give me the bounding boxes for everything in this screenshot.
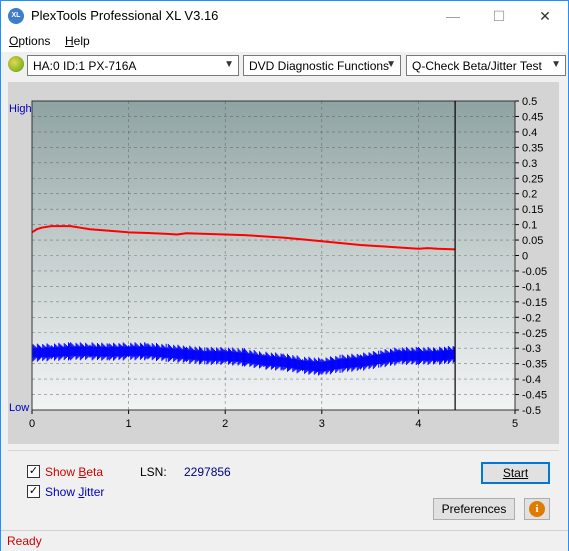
show-beta-prefix: Show [45,465,79,479]
y-tick-label: 0.05 [522,235,543,247]
title-bar: XL PlexTools Professional XL V3.16 — ☐ ✕ [1,1,568,31]
info-button[interactable]: i [524,498,550,520]
y-tick-label: 0.25 [522,173,543,185]
y-tick-label: 0.45 [522,111,543,123]
lsn-value: 2297856 [184,465,231,479]
y-tick-label: -0.4 [522,374,541,386]
y-tick-label: -0.5 [522,405,541,417]
window-title: PlexTools Professional XL V3.16 [31,8,219,23]
test-select-value: Q-Check Beta/Jitter Test [412,59,542,73]
y-tick-label: -0.35 [522,359,547,371]
y-tick-label: -0.15 [522,297,547,309]
menu-options-label: ptions [18,34,51,48]
y-tick-label: 0.35 [522,142,543,154]
app-window: XL PlexTools Professional XL V3.16 — ☐ ✕… [0,0,569,551]
info-icon: i [529,501,545,517]
y-tick-label: -0.25 [522,328,547,340]
y-tick-label: 0 [522,251,528,263]
drive-select[interactable]: HA:0 ID:1 PX-716A ▼ [27,55,239,76]
start-button-label: Start [502,466,529,480]
beta-jitter-chart: 0.5 0.45 0.4 0.35 0.3 0.25 0.2 0.15 0.1 0.05 0 -0.0… [9,96,547,430]
maximize-button[interactable]: ☐ [476,1,522,31]
x-tick-label: 5 [512,418,518,430]
low-label: Low [9,402,29,414]
test-select[interactable]: Q-Check Beta/Jitter Test ▼ [406,55,566,76]
menu-help-label: elp [73,34,90,48]
menu-help[interactable]: Help [65,34,90,48]
lsn-label: LSN: [140,465,167,479]
x-tick-label: 4 [415,418,421,430]
show-jitter-rest: itter [84,485,105,499]
menu-help-mnemonic: H [65,34,74,48]
y-tick-label: 0.3 [522,158,537,170]
high-label: High [9,103,32,115]
menu-options[interactable]: Options [9,34,50,48]
y-tick-label: -0.45 [522,390,547,402]
show-jitter-checkbox[interactable]: ✓ [27,485,40,498]
y-tick-label: 0.4 [522,127,537,139]
show-jitter-label[interactable]: Show Jitter [45,485,104,499]
chart-area: 0.5 0.45 0.4 0.35 0.3 0.25 0.2 0.15 0.1 0.05 0 -0.0… [8,82,559,444]
close-button[interactable]: ✕ [522,1,568,31]
menu-bar: Options Help [1,31,568,52]
show-beta-checkbox[interactable]: ✓ [27,465,40,478]
preferences-button[interactable]: Preferences [433,498,515,520]
drive-select-value: HA:0 ID:1 PX-716A [33,59,137,73]
menu-options-mnemonic: O [9,34,19,48]
chevron-down-icon: ▼ [224,59,234,70]
show-beta-label[interactable]: Show Beta [45,465,103,479]
function-select[interactable]: DVD Diagnostic Functions ▼ [243,55,401,76]
start-button[interactable]: Start [481,462,550,484]
status-text: Ready [7,534,42,548]
chevron-down-icon: ▼ [386,59,396,70]
y-tick-label: 0.15 [522,204,543,216]
status-bar: Ready [1,530,568,551]
disc-drive-icon [8,56,24,72]
y-tick-label: 0.1 [522,220,537,232]
x-tick-label: 0 [29,418,35,430]
y-tick-label: 0.5 [522,96,537,108]
plextools-logo-icon: XL [8,8,24,24]
y-tick-label: -0.05 [522,266,547,278]
y-tick-label: -0.1 [522,281,541,293]
minimize-button[interactable]: — [430,1,476,31]
y-tick-label: -0.2 [522,312,541,324]
y-tick-label: 0.2 [522,189,537,201]
function-select-value: DVD Diagnostic Functions [249,59,390,73]
show-beta-rest: eta [86,465,104,479]
y-tick-label: -0.3 [522,343,541,355]
x-tick-label: 1 [126,418,132,430]
x-tick-label: 3 [319,418,325,430]
controls-panel: ✓ Show Beta ✓ Show Jitter LSN: 2297856 S… [8,450,559,525]
show-jitter-prefix: Show [45,485,79,499]
x-tick-label: 2 [222,418,228,430]
toolbar: HA:0 ID:1 PX-716A ▼ DVD Diagnostic Funct… [1,52,568,80]
chevron-down-icon: ▼ [551,59,561,70]
